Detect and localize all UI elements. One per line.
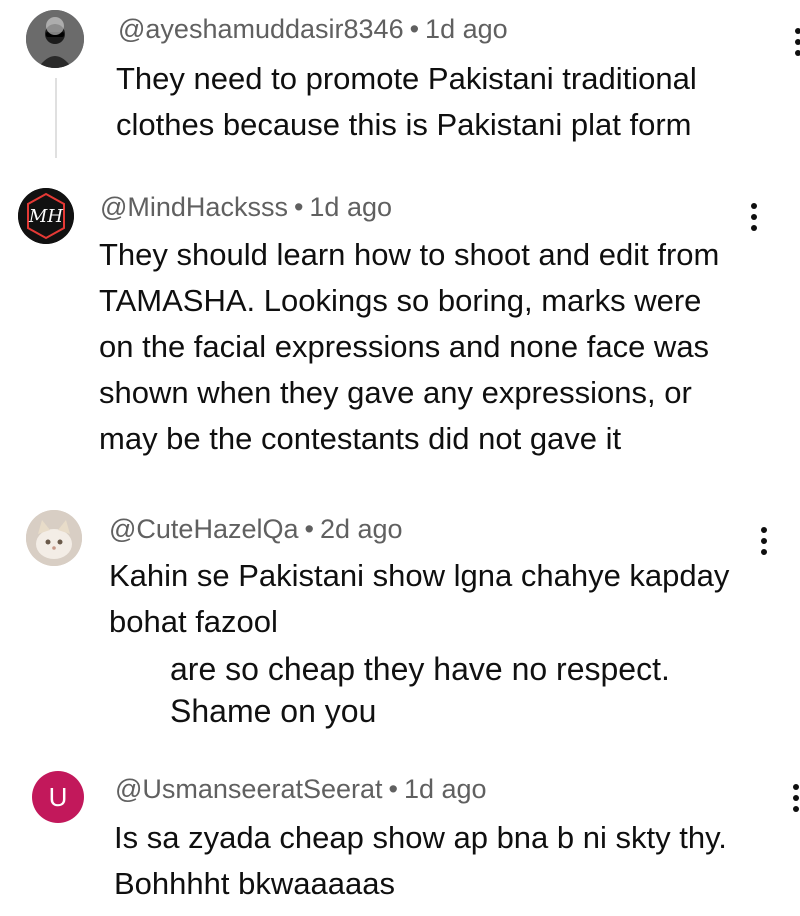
comment-line: Bohhhht bkwaaaaas [114, 866, 395, 901]
avatar-text: MH [28, 206, 63, 227]
thread-line [55, 78, 57, 158]
comment-line: They need to promote Pakistani tradition… [116, 61, 697, 96]
comment-line: shown when they gave any expressions, or [99, 375, 692, 410]
more-options-button[interactable] [749, 203, 759, 236]
separator: • [304, 514, 314, 544]
comment-meta: @CuteHazelQa • 2d ago [109, 514, 403, 545]
comment-author[interactable]: @ayeshamuddasir8346 [118, 14, 404, 44]
mindhacks-logo-icon: MH [18, 188, 74, 244]
more-options-button[interactable] [791, 784, 800, 817]
more-options-button[interactable] [793, 28, 800, 61]
comment-text: Kahin se Pakistani show lgna chahye kapd… [109, 553, 729, 645]
overlay-line: are so cheap they have no respect. [170, 651, 670, 687]
comment-age[interactable]: 1d ago [309, 192, 392, 222]
comment-line: on the facial expressions and none face … [99, 329, 710, 364]
comment-line: may be the contestants did not gave it [99, 421, 622, 456]
comment-line: Kahin se Pakistani show lgna chahye kapd… [109, 558, 730, 593]
more-options-button[interactable] [759, 527, 769, 560]
comment-author[interactable]: @CuteHazelQa [109, 514, 299, 544]
comment-author[interactable]: @MindHacksss [100, 192, 288, 222]
avatar[interactable]: U [32, 771, 84, 823]
comment-age[interactable]: 1d ago [425, 14, 508, 44]
overlay-line: Shame on you [170, 693, 377, 729]
overlay-text: are so cheap they have no respect. Shame… [170, 648, 670, 732]
avatar[interactable] [26, 510, 82, 566]
comment-meta: @UsmanseeratSeerat • 1d ago [115, 774, 487, 805]
comment-line: Is sa zyada cheap show ap bna b ni skty … [114, 820, 727, 855]
avatar[interactable] [26, 10, 84, 68]
user-photo-icon [26, 10, 84, 68]
comment-author[interactable]: @UsmanseeratSeerat [115, 774, 383, 804]
comment-meta: @MindHacksss • 1d ago [100, 192, 392, 223]
comment-line: bohat fazool [109, 604, 278, 639]
comment-text: Is sa zyada cheap show ap bna b ni skty … [114, 815, 727, 907]
comment-age[interactable]: 1d ago [404, 774, 487, 804]
comment-line: clothes because this is Pakistani plat f… [116, 107, 692, 142]
separator: • [409, 14, 420, 44]
comment-line: They should learn how to shoot and edit … [99, 237, 720, 272]
separator: • [293, 192, 304, 222]
comment-line: TAMASHA. Lookings so boring, marks were [99, 283, 702, 318]
separator: • [388, 774, 398, 804]
comment-text: They need to promote Pakistani tradition… [116, 56, 697, 148]
comment-text: They should learn how to shoot and edit … [99, 232, 719, 462]
avatar-letter: U [48, 781, 68, 812]
comment-age[interactable]: 2d ago [320, 514, 403, 544]
avatar[interactable]: MH [18, 188, 74, 244]
comment-meta: @ayeshamuddasir8346 • 1d ago [118, 14, 508, 45]
cat-photo-icon [26, 510, 82, 566]
